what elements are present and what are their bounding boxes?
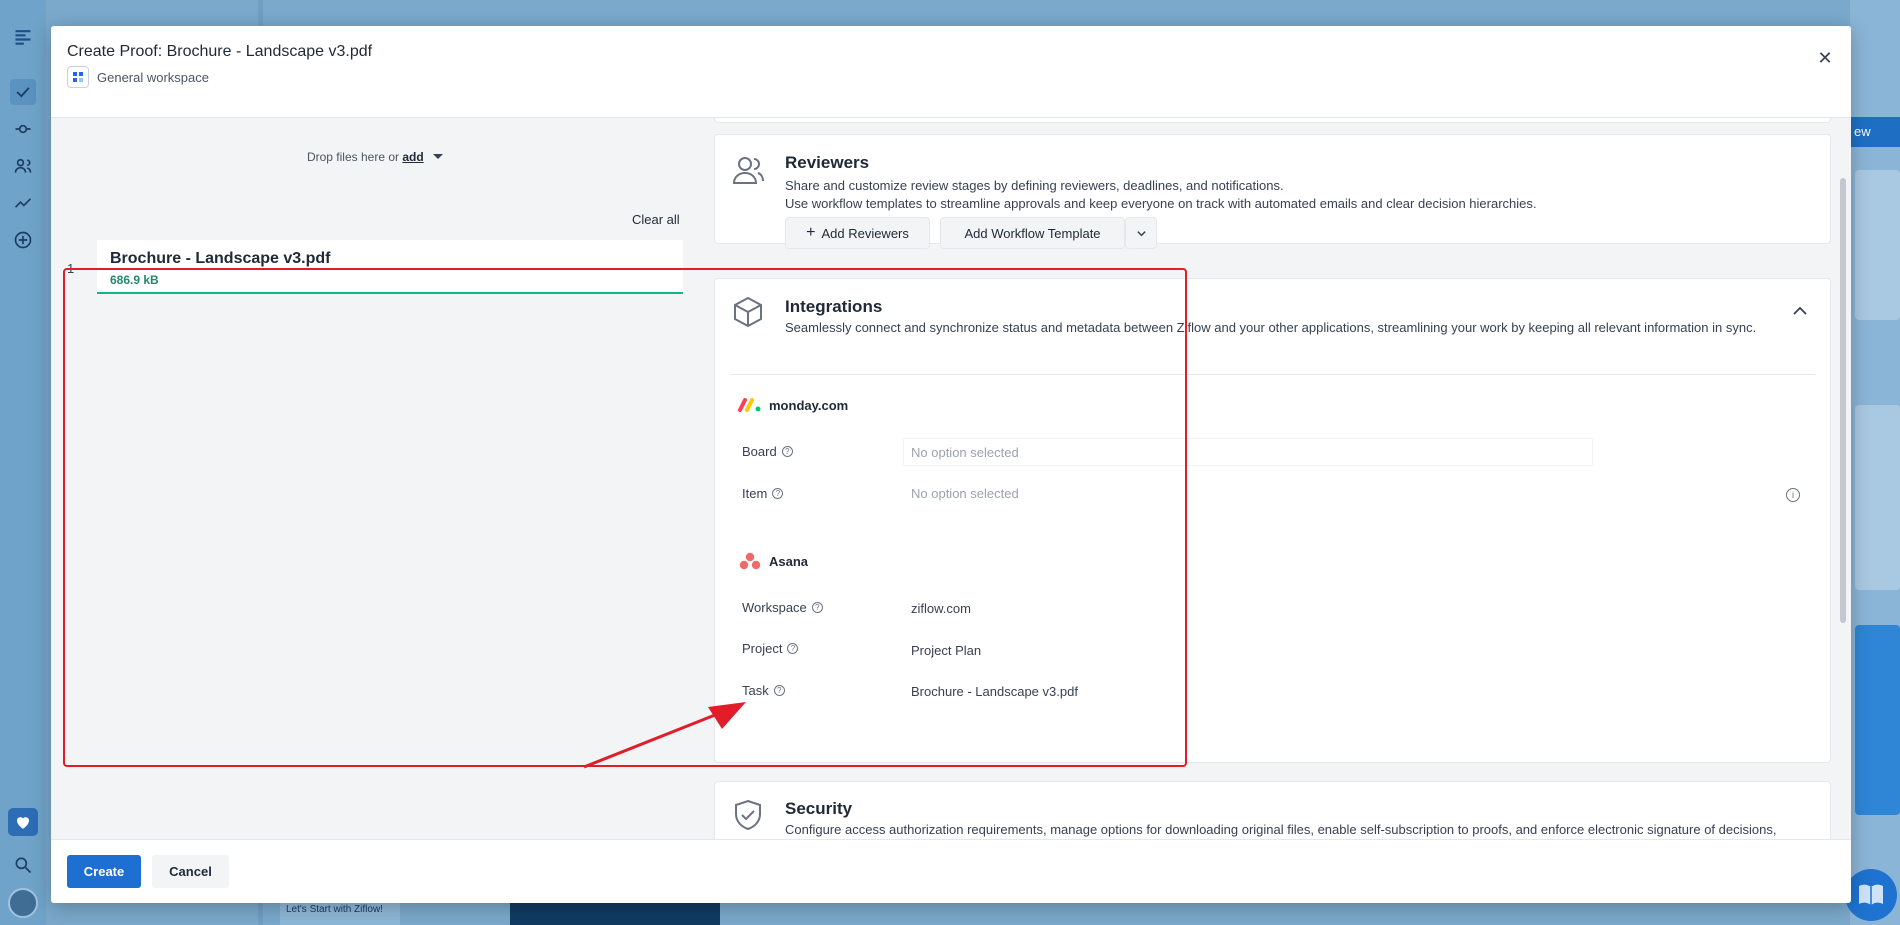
task-value[interactable]: Brochure - Landscape v3.pdf	[911, 684, 1078, 699]
reviewers-section: Reviewers Share and customize review sta…	[714, 134, 1831, 249]
help-icon[interactable]: ?	[787, 643, 799, 654]
add-reviewers-button[interactable]: + Add Reviewers	[785, 217, 930, 249]
modal-title: Create Proof: Brochure - Landscape v3.pd…	[67, 43, 373, 60]
users-icon[interactable]	[10, 153, 36, 179]
file-size: 686.9 kB	[110, 273, 159, 287]
help-book-icon[interactable]	[1845, 869, 1897, 921]
background-card	[1855, 405, 1900, 590]
chevron-down-icon[interactable]	[433, 154, 444, 159]
chevron-down-icon	[1136, 230, 1146, 236]
integrations-title: Integrations	[785, 297, 883, 316]
asana-header: Asana	[737, 551, 808, 571]
item-label: Item ?	[742, 486, 784, 501]
project-label-text: Project	[742, 641, 783, 656]
modal-header: Create Proof: Brochure - Landscape v3.pd…	[51, 26, 1851, 118]
workspace-label: General workspace	[67, 66, 209, 88]
project-value[interactable]: Project Plan	[911, 643, 981, 658]
background-bottom-tiles: Let's Start with Ziflow!	[260, 900, 720, 925]
monday-logo-icon	[738, 398, 761, 412]
monday-header: monday.com	[737, 397, 848, 413]
background-tile-text: Let's Start with Ziflow!	[280, 902, 400, 925]
reviewers-title: Reviewers	[785, 153, 870, 172]
previous-section-card	[714, 118, 1831, 123]
file-card[interactable]: Brochure - Landscape v3.pdf 686.9 kB	[97, 240, 683, 294]
proofs-check-icon[interactable]	[10, 79, 36, 105]
integrations-desc: Seamlessly connect and synchronize statu…	[785, 320, 1757, 335]
workflow-dropdown-button[interactable]	[1125, 217, 1157, 249]
workflow-icon[interactable]	[10, 116, 36, 142]
info-icon[interactable]: i	[1786, 488, 1800, 502]
background-tile	[510, 900, 720, 925]
app-sidebar	[0, 0, 46, 925]
background-card	[1855, 625, 1900, 815]
add-workflow-template-button[interactable]: Add Workflow Template	[940, 217, 1125, 249]
integrations-section: Integrations Seamlessly connect and sync…	[714, 278, 1831, 763]
create-proof-modal: Create Proof: Brochure - Landscape v3.pd…	[51, 26, 1851, 903]
workspace-label-text: Workspace	[742, 600, 807, 615]
workspace-name: General workspace	[97, 69, 209, 85]
settings-panel: Reviewers Share and customize review sta…	[699, 118, 1851, 839]
add-reviewers-label: Add Reviewers	[821, 225, 909, 241]
add-circle-icon[interactable]	[10, 227, 36, 253]
help-icon[interactable]: ?	[781, 446, 793, 457]
red-arrow-annotation	[583, 702, 746, 769]
project-label: Project ?	[742, 641, 799, 656]
analytics-icon[interactable]	[10, 190, 36, 216]
modal-footer: Create Cancel	[51, 839, 1851, 903]
board-label-text: Board	[742, 444, 777, 459]
workspace-value[interactable]: ziflow.com	[911, 601, 971, 616]
background-card	[1855, 170, 1900, 320]
reviewers-desc-line2: Use workflow templates to streamline app…	[785, 196, 1537, 211]
cancel-button[interactable]: Cancel	[152, 855, 229, 888]
background-view-button: ew	[1848, 117, 1900, 147]
menu-icon[interactable]	[10, 24, 36, 50]
security-desc: Configure access authorization requireme…	[785, 822, 1777, 837]
workspace-icon	[67, 66, 89, 88]
drop-zone[interactable]: Drop files here or add	[51, 150, 699, 164]
board-value[interactable]: No option selected	[911, 445, 1019, 460]
item-label-text: Item	[742, 486, 768, 501]
file-index: 1	[67, 261, 75, 276]
reviewers-icon	[732, 157, 764, 184]
board-label: Board ?	[742, 444, 793, 459]
help-icon[interactable]: ?	[772, 488, 784, 499]
close-icon[interactable]: ✕	[1813, 46, 1837, 70]
shield-check-icon	[735, 799, 761, 831]
security-section: Security Configure access authorization …	[714, 781, 1831, 839]
help-icon[interactable]: ?	[811, 602, 823, 613]
drop-text: Drop files here or	[306, 150, 399, 164]
search-icon[interactable]	[10, 852, 36, 878]
monday-name: monday.com	[769, 397, 849, 413]
item-value[interactable]: No option selected	[911, 486, 1019, 501]
add-workflow-label: Add Workflow Template	[964, 225, 1101, 241]
asana-name: Asana	[769, 553, 809, 569]
workspace-field-label: Workspace ?	[742, 600, 823, 615]
reviewers-desc-line1: Share and customize review stages by def…	[785, 178, 1284, 193]
plus-icon: +	[806, 224, 816, 241]
cube-icon	[734, 296, 762, 328]
chevron-up-icon[interactable]	[1790, 301, 1810, 321]
heart-icon[interactable]	[8, 808, 38, 836]
add-files-link[interactable]: add	[402, 150, 423, 164]
scrollbar-thumb[interactable]	[1840, 178, 1846, 623]
section-divider	[730, 374, 1815, 375]
file-name: Brochure - Landscape v3.pdf	[110, 250, 331, 267]
help-icon[interactable]: ?	[773, 685, 785, 696]
asana-logo-icon	[739, 552, 761, 570]
security-title: Security	[785, 799, 853, 818]
create-button[interactable]: Create	[67, 855, 141, 888]
avatar[interactable]	[8, 888, 38, 918]
clear-all-button[interactable]: Clear all	[632, 212, 680, 227]
